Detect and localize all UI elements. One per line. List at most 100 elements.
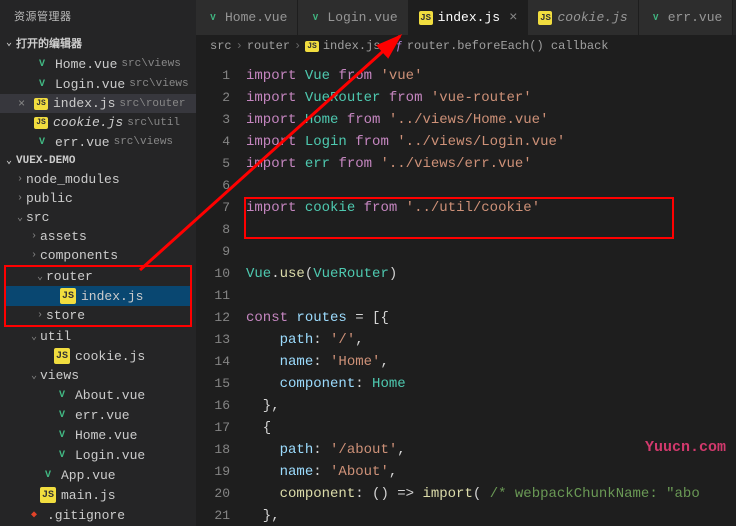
watermark: Yuucn.com	[645, 439, 726, 456]
open-editor-item[interactable]: V Home.vue src\views	[0, 54, 196, 74]
file-path: src\views	[121, 58, 180, 70]
js-icon: JS	[538, 11, 552, 25]
tree-label: node_modules	[26, 172, 120, 187]
chevron-icon: ⌄	[14, 212, 26, 224]
code-line[interactable]: import cookie from '../util/cookie'	[246, 197, 736, 219]
open-editor-item[interactable]: V Login.vue src\views	[0, 74, 196, 94]
close-icon[interactable]: ×	[509, 10, 517, 26]
code-line[interactable]	[246, 219, 736, 241]
file-item[interactable]: ◆.gitignore	[0, 505, 196, 525]
vue-icon: V	[40, 467, 56, 483]
open-editor-item[interactable]: × JS index.js src\router	[0, 94, 196, 113]
file-item[interactable]: V App.vue	[0, 465, 196, 485]
file-path: src\router	[119, 98, 185, 110]
breadcrumb-segment[interactable]: router.beforeEach() callback	[407, 39, 609, 53]
code-line[interactable]	[246, 241, 736, 263]
js-icon: JS	[40, 487, 56, 503]
code-line[interactable]: Vue.use(VueRouter)	[246, 263, 736, 285]
tab-label: cookie.js	[557, 10, 627, 25]
code-line[interactable]: name: 'About',	[246, 461, 736, 483]
folder-item[interactable]: ⌄views	[0, 366, 196, 385]
code-line[interactable]: {	[246, 417, 736, 439]
file-tree: ›node_modules›public⌄src›assets›componen…	[0, 170, 196, 526]
js-icon: JS	[60, 288, 76, 304]
folder-item[interactable]: ⌄router	[6, 267, 190, 286]
tree-label: src	[26, 210, 49, 225]
editor-tab[interactable]: V err.vue	[639, 0, 734, 35]
file-item[interactable]: V Login.vue	[0, 445, 196, 465]
tab-label: err.vue	[668, 10, 723, 25]
code-line[interactable]: path: '/',	[246, 329, 736, 351]
chevron-icon: ⌄	[34, 271, 46, 283]
file-name: Home.vue	[55, 57, 117, 72]
breadcrumb[interactable]: src›router›JSindex.js›ƒrouter.beforeEach…	[196, 35, 736, 57]
file-item[interactable]: VAbout.vue	[0, 385, 196, 405]
vue-icon: V	[649, 11, 663, 25]
file-item[interactable]: VHome.vue	[0, 425, 196, 445]
open-editors-label: 打开的编辑器	[16, 35, 82, 51]
code-line[interactable]: name: 'Home',	[246, 351, 736, 373]
file-item[interactable]: JScookie.js	[0, 346, 196, 366]
open-editor-item[interactable]: V err.vue src\views	[0, 132, 196, 152]
folder-item[interactable]: ⌄src	[0, 208, 196, 227]
tree-label: main.js	[61, 488, 116, 503]
tree-label: components	[40, 248, 118, 263]
chevron-icon: ›	[14, 174, 26, 185]
chevron-down-icon: ⌄	[6, 155, 12, 167]
tree-label: App.vue	[61, 468, 116, 483]
file-item[interactable]: Verr.vue	[0, 405, 196, 425]
tree-label: About.vue	[75, 388, 145, 403]
folder-item[interactable]: ›public	[0, 189, 196, 208]
code-line[interactable]: component: () => import( /* webpackChunk…	[246, 483, 736, 505]
breadcrumb-segment[interactable]: index.js	[323, 39, 381, 53]
code-line[interactable]: const routes = [{	[246, 307, 736, 329]
code-line[interactable]	[246, 175, 736, 197]
folder-item[interactable]: ›components	[0, 246, 196, 265]
editor-tab[interactable]: JS index.js ×	[409, 0, 529, 35]
editor-tab[interactable]: JS cookie.js	[528, 0, 638, 35]
folder-item[interactable]: ›store	[6, 306, 190, 325]
code-line[interactable]	[246, 285, 736, 307]
vue-icon: V	[206, 11, 220, 25]
folder-item[interactable]: ⌄util	[0, 327, 196, 346]
tree-label: router	[46, 269, 93, 284]
open-editor-item[interactable]: JS cookie.js src\util	[0, 113, 196, 132]
code-line[interactable]: import Home from '../views/Home.vue'	[246, 109, 736, 131]
vue-icon: V	[308, 11, 322, 25]
code-line[interactable]: import err from '../views/err.vue'	[246, 153, 736, 175]
code-line[interactable]: import Login from '../views/Login.vue'	[246, 131, 736, 153]
js-icon: JS	[34, 117, 48, 129]
breadcrumb-icon: ƒ	[396, 39, 403, 53]
file-path: src\views	[129, 78, 188, 90]
file-item[interactable]: JS main.js	[0, 485, 196, 505]
breadcrumb-segment[interactable]: src	[210, 39, 232, 53]
file-name: Login.vue	[55, 77, 125, 92]
editor-tab[interactable]: V Login.vue	[298, 0, 408, 35]
chevron-icon: ›	[28, 250, 40, 261]
close-icon[interactable]: ×	[18, 97, 32, 111]
folder-item[interactable]: ›node_modules	[0, 170, 196, 189]
project-header[interactable]: ⌄ VUEX-DEMO	[0, 152, 196, 170]
chevron-icon: ›	[14, 193, 26, 204]
git-icon: ◆	[26, 507, 42, 523]
code-line[interactable]: component: Home	[246, 373, 736, 395]
code-line[interactable]: },	[246, 395, 736, 417]
code-line[interactable]: import Vue from 'vue'	[246, 65, 736, 87]
file-item[interactable]: JS index.js	[6, 286, 190, 306]
code-line[interactable]: import VueRouter from 'vue-router'	[246, 87, 736, 109]
code-line[interactable]: },	[246, 505, 736, 526]
editor-tab[interactable]: V Home.vue	[196, 0, 298, 35]
tree-label: Login.vue	[75, 448, 145, 463]
open-editors-header[interactable]: ⌄ 打开的编辑器	[0, 32, 196, 54]
js-icon: JS	[54, 348, 70, 364]
breadcrumb-segment[interactable]: router	[247, 39, 290, 53]
explorer-sidebar: 资源管理器 ⌄ 打开的编辑器 V Home.vue src\views V Lo…	[0, 0, 196, 526]
editor-tabs: V Home.vue V Login.vue JS index.js ×JS c…	[196, 0, 736, 35]
tree-label: public	[26, 191, 73, 206]
vue-icon: V	[54, 447, 70, 463]
file-name: cookie.js	[53, 115, 123, 130]
tree-label: index.js	[81, 289, 143, 304]
tree-label: assets	[40, 229, 87, 244]
tab-label: Login.vue	[327, 10, 397, 25]
folder-item[interactable]: ›assets	[0, 227, 196, 246]
